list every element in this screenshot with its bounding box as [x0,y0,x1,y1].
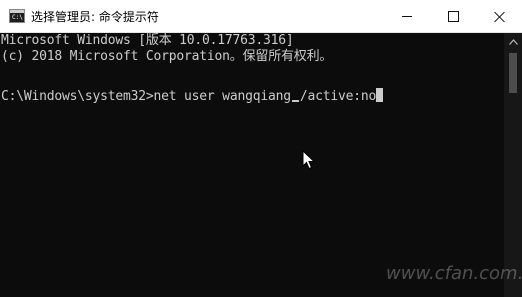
minimize-button[interactable] [384,0,430,32]
cmd-window: C:\ 选择管理员: 命令提示符 Microsoft Windows [版本 1… [0,0,522,297]
scroll-thumb[interactable] [509,53,517,93]
chevron-up-icon [508,38,518,45]
close-button[interactable] [476,0,522,32]
close-icon [494,11,505,22]
console-output[interactable]: Microsoft Windows [版本 10.0.17763.316] (c… [0,33,504,297]
version-line: Microsoft Windows [版本 10.0.17763.316] [1,33,294,48]
command-line[interactable]: C:\Windows\system32>net user wangqiang/a… [1,88,384,105]
minimize-icon [402,15,412,17]
maximize-icon [447,10,459,22]
maximize-button[interactable] [430,0,476,32]
command-text: net user wangqiang [153,89,291,104]
vertical-scrollbar[interactable] [504,33,522,297]
scroll-up-button[interactable] [504,33,522,50]
window-title: 选择管理员: 命令提示符 [31,10,159,24]
cmd-icon[interactable]: C:\ [9,9,25,23]
command-text-switch: /active:no [299,89,377,104]
watermark: www.cfan.com.cn [386,263,522,284]
prompt: C:\Windows\system32> [1,89,154,104]
title-bar[interactable]: C:\ 选择管理员: 命令提示符 [0,0,522,33]
cmd-icon-label: C:\ [12,14,23,21]
mouse-pointer-icon [302,150,316,170]
text-cursor [376,88,384,102]
copyright-line: (c) 2018 Microsoft Corporation。保留所有权利。 [1,49,333,64]
insertion-underline [291,100,299,102]
